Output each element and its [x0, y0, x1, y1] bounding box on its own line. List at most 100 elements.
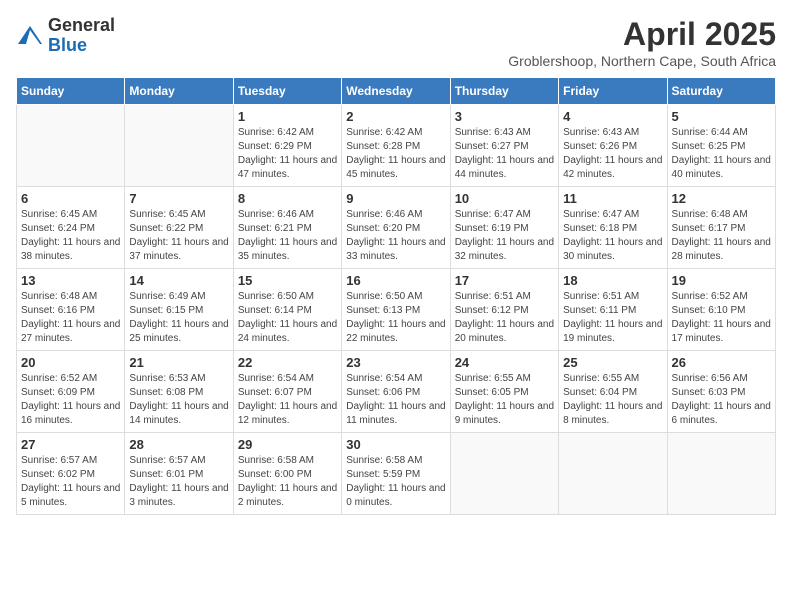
day-number: 3 — [455, 109, 554, 124]
calendar-cell: 8 Sunrise: 6:46 AMSunset: 6:21 PMDaylight… — [233, 187, 341, 269]
day-info: Sunrise: 6:45 AMSunset: 6:22 PMDaylight:… — [129, 208, 228, 264]
day-info: Sunrise: 6:42 AMSunset: 6:29 PMDaylight:… — [238, 126, 337, 182]
logo: General Blue — [16, 16, 115, 56]
day-header-friday: Friday — [559, 78, 667, 105]
day-number: 16 — [346, 273, 445, 288]
day-number: 17 — [455, 273, 554, 288]
day-number: 14 — [129, 273, 228, 288]
logo-text: General Blue — [48, 16, 115, 56]
day-info: Sunrise: 6:45 AMSunset: 6:24 PMDaylight:… — [21, 208, 120, 264]
day-number: 26 — [672, 355, 771, 370]
day-number: 28 — [129, 437, 228, 452]
day-header-monday: Monday — [125, 78, 233, 105]
day-info: Sunrise: 6:53 AMSunset: 6:08 PMDaylight:… — [129, 372, 228, 428]
day-number: 15 — [238, 273, 337, 288]
day-info: Sunrise: 6:58 AMSunset: 6:00 PMDaylight:… — [238, 454, 337, 510]
day-header-sunday: Sunday — [17, 78, 125, 105]
calendar-cell: 4Sunrise: 6:43 AMSunset: 6:26 PMDaylight… — [559, 105, 667, 187]
calendar-cell: 26Sunrise: 6:56 AMSunset: 6:03 PMDayligh… — [667, 351, 775, 433]
day-number: 9 — [346, 191, 445, 206]
calendar-cell: 10 Sunrise: 6:47 AMSunset: 6:19 PMDayligh… — [450, 187, 558, 269]
calendar-cell: 29Sunrise: 6:58 AMSunset: 6:00 PMDayligh… — [233, 433, 341, 515]
calendar-cell — [667, 433, 775, 515]
page-header: General Blue April 2025 Groblershoop, No… — [16, 16, 776, 69]
calendar-cell: 15 Sunrise: 6:50 AMSunset: 6:14 PMDayligh… — [233, 269, 341, 351]
day-info: Sunrise: 6:48 AMSunset: 6:16 PMDaylight:… — [21, 290, 120, 346]
day-info: Sunrise: 6:51 AMSunset: 6:12 PMDaylight:… — [455, 290, 554, 346]
calendar-cell — [17, 105, 125, 187]
calendar-cell: 23 Sunrise: 6:54 AMSunset: 6:06 PMDayligh… — [342, 351, 450, 433]
day-number: 21 — [129, 355, 228, 370]
day-info: Sunrise: 6:50 AMSunset: 6:14 PMDaylight:… — [238, 290, 337, 346]
day-number: 2 — [346, 109, 445, 124]
day-info: Sunrise: 6:46 AMSunset: 6:21 PMDaylight:… — [238, 208, 337, 264]
day-number: 18 — [563, 273, 662, 288]
calendar-cell: 18Sunrise: 6:51 AMSunset: 6:11 PMDayligh… — [559, 269, 667, 351]
calendar-cell: 25Sunrise: 6:55 AMSunset: 6:04 PMDayligh… — [559, 351, 667, 433]
calendar-cell: 27 Sunrise: 6:57 AMSunset: 6:02 PMDayligh… — [17, 433, 125, 515]
calendar-cell: 16 Sunrise: 6:50 AMSunset: 6:13 PMDayligh… — [342, 269, 450, 351]
day-info: Sunrise: 6:46 AMSunset: 6:20 PMDaylight:… — [346, 208, 445, 264]
calendar-cell: 6 Sunrise: 6:45 AMSunset: 6:24 PMDaylight… — [17, 187, 125, 269]
day-number: 7 — [129, 191, 228, 206]
day-number: 5 — [672, 109, 771, 124]
title-block: April 2025 Groblershoop, Northern Cape, … — [508, 16, 776, 69]
day-header-saturday: Saturday — [667, 78, 775, 105]
day-info: Sunrise: 6:52 AMSunset: 6:10 PMDaylight:… — [672, 290, 771, 346]
calendar-cell: 30Sunrise: 6:58 AMSunset: 5:59 PMDayligh… — [342, 433, 450, 515]
calendar-week-row: 13 Sunrise: 6:48 AMSunset: 6:16 PMDayligh… — [17, 269, 776, 351]
calendar-cell: 9 Sunrise: 6:46 AMSunset: 6:20 PMDaylight… — [342, 187, 450, 269]
day-info: Sunrise: 6:49 AMSunset: 6:15 PMDaylight:… — [129, 290, 228, 346]
calendar-week-row: 6 Sunrise: 6:45 AMSunset: 6:24 PMDaylight… — [17, 187, 776, 269]
calendar-cell: 7 Sunrise: 6:45 AMSunset: 6:22 PMDaylight… — [125, 187, 233, 269]
logo-general: General — [48, 15, 115, 35]
day-number: 13 — [21, 273, 120, 288]
calendar-header-row: SundayMondayTuesdayWednesdayThursdayFrid… — [17, 78, 776, 105]
calendar-cell: 19Sunrise: 6:52 AMSunset: 6:10 PMDayligh… — [667, 269, 775, 351]
day-info: Sunrise: 6:54 AMSunset: 6:06 PMDaylight:… — [346, 372, 445, 428]
calendar-cell: 21 Sunrise: 6:53 AMSunset: 6:08 PMDayligh… — [125, 351, 233, 433]
month-title: April 2025 — [508, 16, 776, 53]
day-info: Sunrise: 6:58 AMSunset: 5:59 PMDaylight:… — [346, 454, 445, 510]
calendar-cell: 20Sunrise: 6:52 AMSunset: 6:09 PMDayligh… — [17, 351, 125, 433]
calendar-cell — [559, 433, 667, 515]
calendar-cell: 28Sunrise: 6:57 AMSunset: 6:01 PMDayligh… — [125, 433, 233, 515]
day-info: Sunrise: 6:50 AMSunset: 6:13 PMDaylight:… — [346, 290, 445, 346]
day-info: Sunrise: 6:47 AMSunset: 6:19 PMDaylight:… — [455, 208, 554, 264]
day-number: 12 — [672, 191, 771, 206]
day-number: 25 — [563, 355, 662, 370]
day-info: Sunrise: 6:43 AMSunset: 6:26 PMDaylight:… — [563, 126, 662, 182]
calendar-week-row: 27 Sunrise: 6:57 AMSunset: 6:02 PMDayligh… — [17, 433, 776, 515]
calendar-cell: 2Sunrise: 6:42 AMSunset: 6:28 PMDaylight… — [342, 105, 450, 187]
day-number: 1 — [238, 109, 337, 124]
day-number: 23 — [346, 355, 445, 370]
day-info: Sunrise: 6:44 AMSunset: 6:25 PMDaylight:… — [672, 126, 771, 182]
day-number: 8 — [238, 191, 337, 206]
calendar-cell: 24 Sunrise: 6:55 AMSunset: 6:05 PMDayligh… — [450, 351, 558, 433]
calendar-cell: 11Sunrise: 6:47 AMSunset: 6:18 PMDayligh… — [559, 187, 667, 269]
day-number: 10 — [455, 191, 554, 206]
calendar-cell: 22Sunrise: 6:54 AMSunset: 6:07 PMDayligh… — [233, 351, 341, 433]
calendar-cell — [450, 433, 558, 515]
day-info: Sunrise: 6:57 AMSunset: 6:02 PMDaylight:… — [21, 454, 120, 510]
calendar-cell: 13 Sunrise: 6:48 AMSunset: 6:16 PMDayligh… — [17, 269, 125, 351]
calendar-cell: 5 Sunrise: 6:44 AMSunset: 6:25 PMDaylight… — [667, 105, 775, 187]
day-number: 22 — [238, 355, 337, 370]
day-header-tuesday: Tuesday — [233, 78, 341, 105]
day-info: Sunrise: 6:43 AMSunset: 6:27 PMDaylight:… — [455, 126, 554, 182]
day-header-wednesday: Wednesday — [342, 78, 450, 105]
day-number: 6 — [21, 191, 120, 206]
day-number: 24 — [455, 355, 554, 370]
day-number: 20 — [21, 355, 120, 370]
calendar-cell: 14 Sunrise: 6:49 AMSunset: 6:15 PMDayligh… — [125, 269, 233, 351]
day-info: Sunrise: 6:55 AMSunset: 6:05 PMDaylight:… — [455, 372, 554, 428]
calendar-cell: 3 Sunrise: 6:43 AMSunset: 6:27 PMDaylight… — [450, 105, 558, 187]
calendar-cell: 1 Sunrise: 6:42 AMSunset: 6:29 PMDaylight… — [233, 105, 341, 187]
day-number: 27 — [21, 437, 120, 452]
calendar-table: SundayMondayTuesdayWednesdayThursdayFrid… — [16, 77, 776, 515]
day-header-thursday: Thursday — [450, 78, 558, 105]
calendar-week-row: 1 Sunrise: 6:42 AMSunset: 6:29 PMDaylight… — [17, 105, 776, 187]
calendar-cell: 12Sunrise: 6:48 AMSunset: 6:17 PMDayligh… — [667, 187, 775, 269]
day-info: Sunrise: 6:47 AMSunset: 6:18 PMDaylight:… — [563, 208, 662, 264]
logo-icon — [16, 22, 44, 50]
